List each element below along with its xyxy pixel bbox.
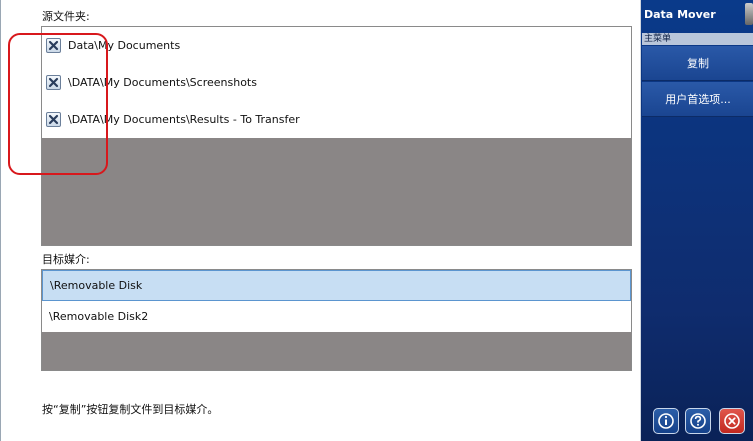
app-title: Data Mover [644,8,716,21]
main-menu-header: 主菜单 [642,33,753,45]
source-folder-list[interactable]: Data\My Documents \DATA\My Documents\Scr… [41,26,632,246]
close-icon [724,413,740,429]
user-preferences-button[interactable]: 用户首选项... [642,82,753,117]
destination-media-name: \Removable Disk [50,279,143,292]
annotation-highlight [8,33,108,175]
source-folder-item[interactable]: Data\My Documents [42,27,631,64]
status-message: 按“复制”按钮复制文件到目标媒介。 [42,403,219,416]
info-button[interactable] [653,408,679,434]
destination-media-name: \Removable Disk2 [49,310,149,323]
user-preferences-label: 用户首选项... [665,93,731,106]
destination-media-item[interactable]: \Removable Disk [42,270,631,301]
help-icon [690,413,706,429]
source-folder-item[interactable]: \DATA\My Documents\Results - To Transfer [42,101,631,138]
destination-media-list[interactable]: \Removable Disk \Removable Disk2 [41,269,632,371]
source-folder-label: 源文件夹: [42,10,90,23]
source-folder-item[interactable]: \DATA\My Documents\Screenshots [42,64,631,101]
copy-button-label: 复制 [687,57,709,70]
device-icon [745,3,753,25]
close-button[interactable] [719,408,745,434]
help-button[interactable] [685,408,711,434]
main-panel: 源文件夹: Data\My Documents \DATA\My Documen… [0,0,640,441]
info-icon [658,413,674,429]
destination-media-label: 目标媒介: [42,253,90,266]
destination-media-item[interactable]: \Removable Disk2 [42,301,631,332]
sidebar: Data Mover 主菜单 复制 用户首选项... [640,0,753,441]
copy-button[interactable]: 复制 [642,46,753,81]
